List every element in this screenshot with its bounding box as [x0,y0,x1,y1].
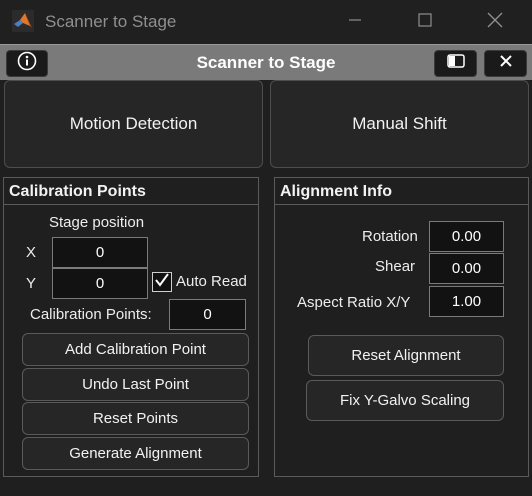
calibration-points-panel: Calibration Points Stage position X 0 Y … [3,177,259,477]
calibration-points-label: Calibration Points: [30,306,152,323]
auto-read-label: Auto Read [176,273,247,290]
shear-label: Shear [375,258,416,275]
checkmark-icon [154,272,170,293]
main-content: Motion Detection Manual Shift Calibratio… [0,80,532,496]
calibration-points-field[interactable]: 0 [169,299,246,330]
stage-position-label: Stage position [49,214,145,231]
rotation-label: Rotation [362,228,418,245]
matlab-logo-icon [12,10,34,32]
maximize-icon [418,12,432,32]
panel-toggle-icon [446,54,465,73]
close-icon [487,12,503,33]
stage-x-field[interactable]: 0 [52,237,148,268]
maximize-button[interactable] [390,0,460,44]
rotation-field[interactable]: 0.00 [429,221,504,252]
panel-toggle-button[interactable] [434,50,477,77]
undo-last-point-button[interactable]: Undo Last Point [22,368,249,401]
aspect-ratio-field[interactable]: 1.00 [429,286,504,317]
stage-y-field[interactable]: 0 [52,268,148,299]
app-close-button[interactable] [484,50,527,77]
alignment-info-title: Alignment Info [275,178,528,205]
reset-points-button[interactable]: Reset Points [22,402,249,435]
aspect-ratio-label: Aspect Ratio X/Y [297,294,411,311]
motion-detection-button[interactable]: Motion Detection [4,80,263,168]
app-header: Scanner to Stage [0,44,532,80]
calibration-points-title: Calibration Points [4,178,258,205]
minimize-button[interactable] [320,0,390,44]
reset-alignment-button[interactable]: Reset Alignment [308,335,504,376]
y-label: Y [26,275,37,292]
manual-shift-button[interactable]: Manual Shift [270,80,529,168]
close-icon [499,54,513,73]
generate-alignment-button[interactable]: Generate Alignment [22,437,249,470]
x-label: X [26,244,37,261]
fix-y-galvo-scaling-button[interactable]: Fix Y-Galvo Scaling [306,380,504,421]
alignment-info-panel: Alignment Info Rotation 0.00 Shear 0.00 … [274,177,529,477]
window-close-button[interactable] [460,0,530,44]
shear-field[interactable]: 0.00 [429,253,504,284]
minimize-icon [348,13,362,32]
auto-read-checkbox[interactable] [152,272,172,292]
window-titlebar: Scanner to Stage [0,0,532,44]
add-calibration-point-button[interactable]: Add Calibration Point [22,333,249,366]
window-title: Scanner to Stage [45,12,177,31]
